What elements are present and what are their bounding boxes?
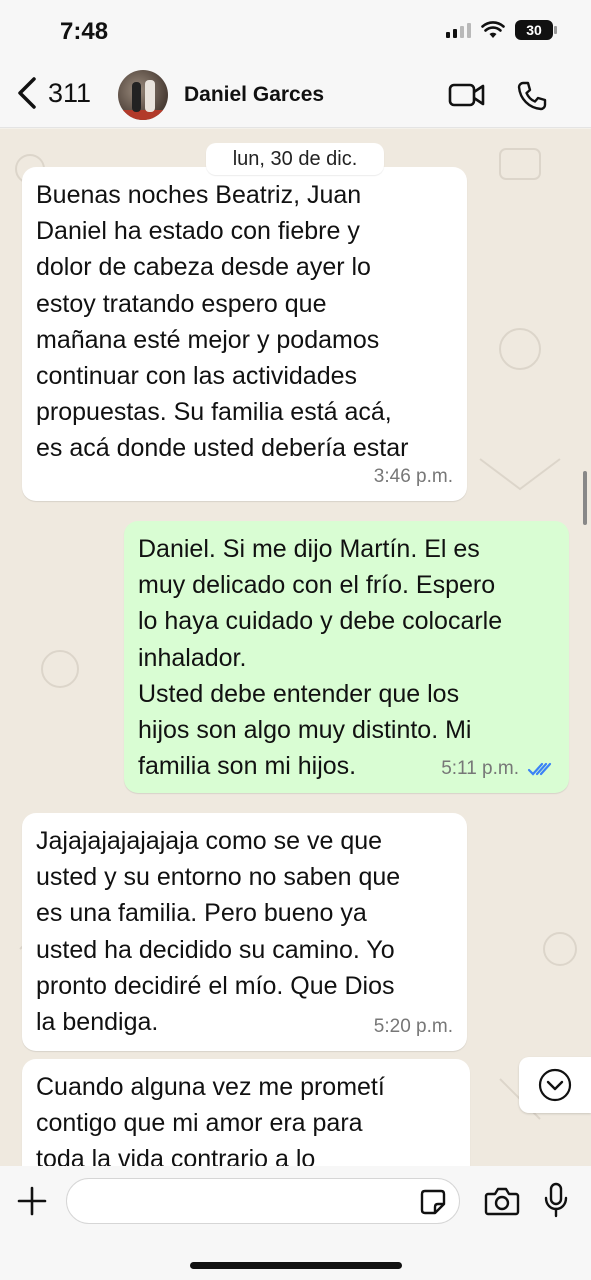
date-divider: lun, 30 de dic.: [206, 143, 384, 175]
composer-bar: [0, 1166, 591, 1280]
status-icons: 30: [446, 20, 557, 40]
chevron-left-icon: [18, 77, 36, 109]
message-line: lo haya cuidado y debe colocarle: [138, 607, 503, 636]
scroll-to-bottom-button[interactable]: [519, 1057, 591, 1113]
message-time: 5:20 p.m.: [373, 1015, 453, 1037]
message-line: es una familia. Pero bueno ya: [36, 899, 367, 928]
message-line: mañana esté mejor y podamos: [36, 325, 380, 354]
battery-icon: 30: [515, 20, 557, 40]
phone-icon[interactable]: [516, 80, 548, 112]
message-line: dolor de cabeza desde ayer lo: [36, 253, 371, 282]
avatar[interactable]: [118, 70, 168, 120]
camera-icon[interactable]: [484, 1186, 520, 1216]
status-bar: 7:48 30: [0, 0, 591, 62]
message-line: muy delicado con el frío. Espero: [138, 571, 496, 600]
video-camera-icon[interactable]: [448, 80, 486, 110]
signal-icon: [446, 22, 471, 38]
message-line: Daniel. Si me dijo Martín. El es: [138, 535, 480, 563]
chat-header: 311 Daniel Garces: [0, 62, 591, 128]
chat-area[interactable]: lun, 30 de dic. Buenas noches Beatriz, J…: [0, 129, 591, 1166]
message-time: 5:11 p.m.: [441, 757, 519, 779]
message-time: 3:46 p.m.: [373, 465, 453, 487]
message-incoming[interactable]: Jajajajajajajaja como se ve que usted y …: [22, 813, 467, 1051]
message-line: continuar con las actividades: [36, 362, 358, 391]
contact-name[interactable]: Daniel Garces: [184, 83, 324, 107]
plus-icon[interactable]: [16, 1185, 48, 1217]
message-line: Daniel ha estado con fiebre y: [36, 217, 360, 246]
unread-count: 311: [48, 77, 92, 108]
message-line: Buenas noches Beatriz, Juan: [36, 181, 362, 209]
message-incoming[interactable]: Buenas noches Beatriz, Juan Daniel ha es…: [22, 167, 467, 501]
wifi-icon: [481, 21, 505, 38]
message-line: toda la vida contrario a lo: [36, 1145, 316, 1166]
message-line: propuestas. Su familia está acá,: [36, 398, 392, 427]
message-incoming[interactable]: Cuando alguna vez me prometí contigo que…: [22, 1059, 470, 1166]
message-outgoing[interactable]: Daniel. Si me dijo Martín. El es muy del…: [124, 521, 569, 793]
message-line: hijos son algo muy distinto. Mi: [138, 716, 472, 745]
message-line: Cuando alguna vez me prometí: [36, 1073, 385, 1101]
sticker-icon[interactable]: [419, 1188, 447, 1216]
double-check-icon: [527, 762, 552, 776]
chevron-down-icon: [538, 1068, 572, 1102]
message-line: inhalador.: [138, 643, 247, 672]
message-line: usted y su entorno no saben que: [36, 863, 401, 892]
microphone-icon[interactable]: [542, 1182, 570, 1218]
scroll-indicator[interactable]: [583, 471, 587, 525]
battery-level: 30: [526, 22, 542, 38]
message-line: usted ha decidido su camino. Yo: [36, 935, 395, 964]
message-line: pronto decidiré el mío. Que Dios: [36, 971, 395, 1000]
home-indicator: [190, 1262, 402, 1269]
message-line: Usted debe entender que los: [138, 679, 460, 708]
message-line: Jajajajajajajaja como se ve que: [36, 827, 383, 855]
message-input[interactable]: [66, 1178, 460, 1224]
message-line: contigo que mi amor era para: [36, 1109, 363, 1138]
status-time: 7:48: [60, 18, 109, 45]
message-line: estoy tratando espero que: [36, 289, 327, 318]
back-button[interactable]: 311: [16, 76, 91, 110]
